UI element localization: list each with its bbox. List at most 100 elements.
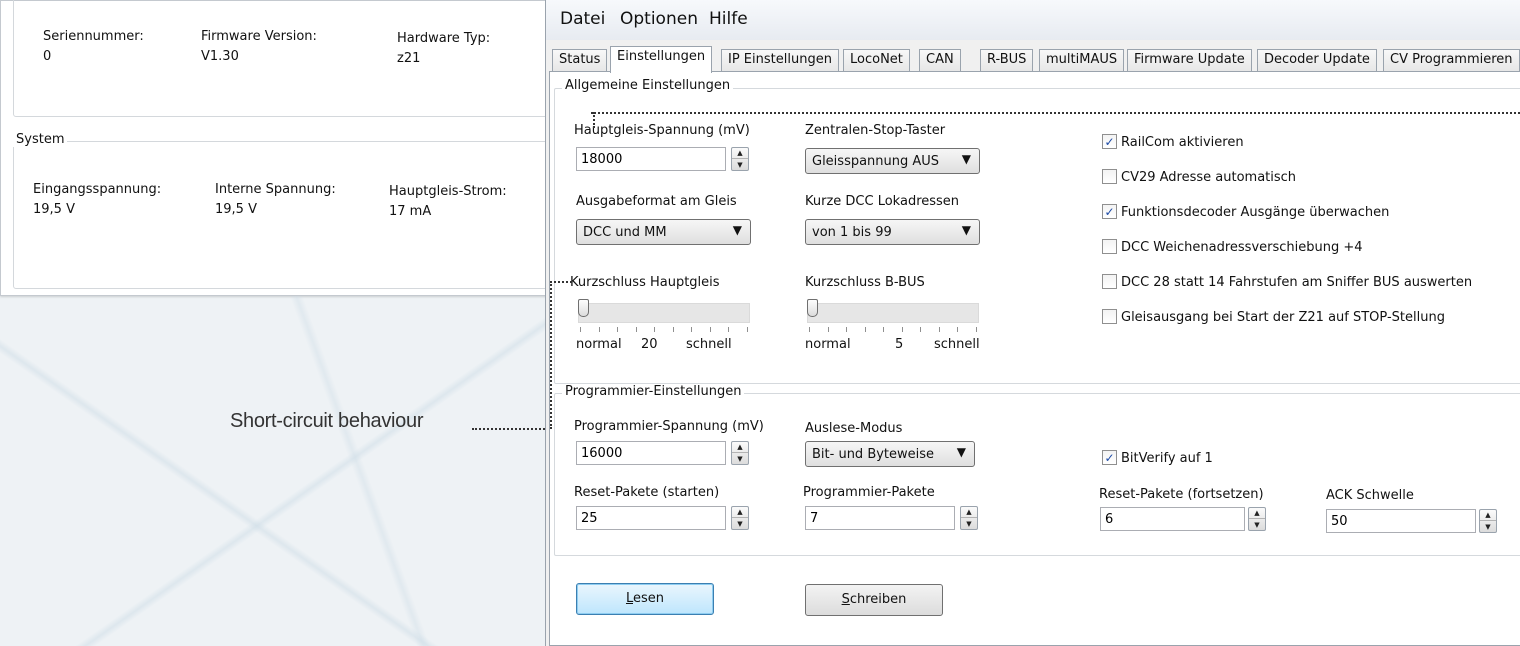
checkbox-check-icon[interactable]: ✓	[1102, 450, 1117, 465]
menu-datei[interactable]: Datei	[560, 9, 605, 29]
checkbox-check-icon[interactable]: ✓	[1102, 134, 1117, 149]
general-checkbox[interactable]: DCC 28 statt 14 Fahrstufen am Sniffer BU…	[1102, 274, 1472, 293]
prog-packets-spin[interactable]: ▲ ▼	[960, 506, 978, 530]
spin-down-icon[interactable]: ▼	[732, 159, 748, 170]
menu-bar: Datei Optionen Hilfe	[546, 0, 1520, 40]
stop-button-label: Zentralen-Stop-Taster	[805, 123, 946, 138]
tab-cv-programmieren[interactable]: CV Programmieren	[1383, 49, 1520, 72]
slider-track[interactable]	[578, 303, 750, 323]
short-main-label: Kurzschluss Hauptgleis	[570, 275, 720, 290]
main-voltage-spin[interactable]: ▲ ▼	[731, 147, 749, 171]
reset-start-stepper[interactable]: ▲ ▼	[576, 506, 752, 532]
slider-tick	[827, 327, 829, 332]
read-mode-select[interactable]: Bit- und Byteweise ▼	[805, 441, 975, 467]
main-voltage-input[interactable]	[576, 147, 726, 171]
tab-ip-einstellungen[interactable]: IP Einstellungen	[721, 49, 839, 72]
slider-tick	[635, 327, 637, 332]
checkbox-check-icon[interactable]: ✓	[1102, 204, 1117, 219]
stop-button-value: Gleisspannung AUS	[812, 154, 940, 169]
short-bbus-min: normal	[805, 337, 851, 352]
spin-up-icon[interactable]: ▲	[1249, 508, 1265, 519]
tab-r-bus[interactable]: R-BUS	[980, 49, 1034, 72]
slider-tick	[975, 327, 977, 332]
checkbox-check-icon[interactable]	[1102, 274, 1117, 289]
spin-up-icon[interactable]: ▲	[961, 507, 977, 518]
spin-down-icon[interactable]: ▼	[732, 453, 748, 464]
tab-loconet[interactable]: LocoNet	[843, 49, 910, 72]
read-button-label: Lesen	[625, 591, 665, 606]
slider-thumb[interactable]	[807, 299, 818, 317]
general-checkbox[interactable]: ✓ RailCom aktivieren	[1102, 134, 1244, 153]
stop-button-select[interactable]: Gleisspannung AUS ▼	[805, 148, 980, 174]
checkbox-label: DCC Weichenadressverschiebung +4	[1121, 240, 1363, 255]
general-checkbox[interactable]: Gleisausgang bei Start der Z21 auf STOP-…	[1102, 309, 1445, 328]
tab-multimaus[interactable]: multiMAUS	[1039, 49, 1125, 72]
slider-ticks	[809, 327, 979, 333]
checkbox-check-icon[interactable]	[1102, 309, 1117, 324]
menu-hilfe[interactable]: Hilfe	[709, 9, 748, 29]
track-current-field: Hauptgleis-Strom: 17 mA	[389, 184, 507, 219]
slider-tick	[691, 327, 692, 332]
slider-ticks	[580, 327, 750, 333]
spin-up-icon[interactable]: ▲	[732, 148, 748, 159]
prog-packets-input[interactable]	[805, 506, 955, 530]
prog-voltage-stepper[interactable]: ▲ ▼	[576, 441, 752, 467]
short-dcc-label: Kurze DCC Lokadressen	[805, 194, 960, 209]
write-button-label: Schreiben	[841, 592, 907, 607]
slider-thumb[interactable]	[578, 299, 589, 317]
checkbox-check-icon[interactable]	[1102, 169, 1117, 184]
slider-tick	[580, 327, 581, 332]
reset-continue-spin[interactable]: ▲ ▼	[1248, 507, 1266, 531]
checkbox-label: Funktionsdecoder Ausgänge überwachen	[1121, 205, 1390, 220]
prog-packets-stepper[interactable]: ▲ ▼	[805, 506, 981, 532]
reset-start-input[interactable]	[576, 506, 726, 530]
tab-bar: Status Einstellungen IP Einstellungen Lo…	[546, 46, 1520, 73]
read-button[interactable]: Lesen	[576, 583, 714, 615]
input-voltage-value: 19,5 V	[33, 202, 75, 217]
spin-up-icon[interactable]: ▲	[1480, 510, 1496, 521]
spin-up-icon[interactable]: ▲	[732, 507, 748, 518]
tab-einstellungen[interactable]: Einstellungen	[610, 46, 713, 73]
bitverify-checkbox[interactable]: ✓ BitVerify auf 1	[1102, 450, 1213, 469]
ack-stepper[interactable]: ▲ ▼	[1326, 509, 1501, 535]
reset-start-spin[interactable]: ▲ ▼	[731, 506, 749, 530]
slider-tick	[809, 327, 810, 332]
internal-voltage-field: Interne Spannung: 19,5 V	[215, 182, 336, 217]
tab-decoder-update[interactable]: Decoder Update	[1257, 49, 1377, 72]
read-mode-value: Bit- und Byteweise	[812, 447, 935, 462]
reset-start-label: Reset-Pakete (starten)	[574, 485, 720, 500]
annotation-caption: Short-circuit behaviour	[230, 410, 424, 432]
slider-tick	[672, 327, 674, 332]
track-current-value: 17 mA	[389, 204, 432, 219]
ack-spin[interactable]: ▲ ▼	[1479, 509, 1497, 533]
prog-voltage-spin[interactable]: ▲ ▼	[731, 441, 749, 465]
spin-down-icon[interactable]: ▼	[732, 518, 748, 529]
spin-down-icon[interactable]: ▼	[1480, 521, 1496, 532]
spin-down-icon[interactable]: ▼	[961, 518, 977, 529]
slider-tick	[598, 327, 600, 332]
general-checkbox[interactable]: DCC Weichenadressverschiebung +4	[1102, 239, 1363, 258]
spin-up-icon[interactable]: ▲	[732, 442, 748, 453]
hardware-type-field: Hardware Typ: z21	[397, 31, 490, 66]
ack-input[interactable]	[1326, 509, 1476, 533]
annotation-dotted-line-top-tick	[593, 112, 595, 128]
tab-can[interactable]: CAN	[919, 49, 961, 72]
reset-continue-input[interactable]	[1100, 507, 1245, 531]
annotation-dotted-line-short	[550, 281, 572, 283]
short-dcc-value: von 1 bis 99	[812, 225, 892, 240]
short-dcc-select[interactable]: von 1 bis 99 ▼	[805, 219, 980, 245]
main-voltage-stepper[interactable]: ▲ ▼	[576, 147, 752, 173]
slider-tick	[746, 327, 748, 332]
reset-continue-stepper[interactable]: ▲ ▼	[1100, 507, 1268, 533]
general-checkbox[interactable]: ✓ Funktionsdecoder Ausgänge überwachen	[1102, 204, 1390, 223]
prog-voltage-input[interactable]	[576, 441, 726, 465]
checkbox-check-icon[interactable]	[1102, 239, 1117, 254]
menu-optionen[interactable]: Optionen	[620, 9, 698, 29]
tab-status[interactable]: Status	[552, 49, 608, 72]
tab-firmware-update[interactable]: Firmware Update	[1127, 49, 1252, 72]
output-format-select[interactable]: DCC und MM ▼	[576, 219, 751, 245]
write-button[interactable]: Schreiben	[805, 584, 943, 616]
slider-track[interactable]	[807, 303, 979, 323]
spin-down-icon[interactable]: ▼	[1249, 519, 1265, 530]
general-checkbox[interactable]: CV29 Adresse automatisch	[1102, 169, 1296, 188]
